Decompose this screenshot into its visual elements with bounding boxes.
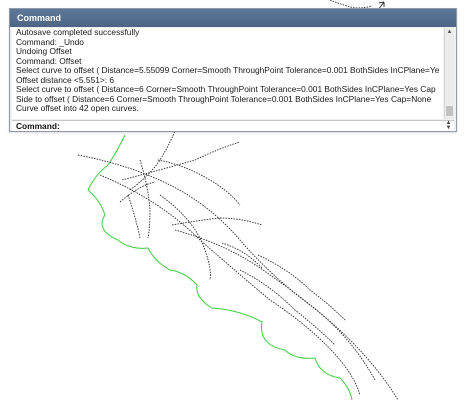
command-input[interactable] xyxy=(62,121,432,131)
offset-curve[interactable] xyxy=(99,174,361,396)
offset-curve[interactable] xyxy=(239,269,336,346)
offset-curve[interactable] xyxy=(329,0,373,9)
history-line: Curve offset into 42 open curves. xyxy=(16,103,139,113)
offset-curve[interactable] xyxy=(129,129,176,191)
history-line: Command: _Undo xyxy=(16,36,84,47)
command-window[interactable]: Command Autosave completed successfully … xyxy=(9,8,457,132)
scroll-up-arrow-icon[interactable]: ▲ xyxy=(445,28,454,37)
command-prompt-label: Command: xyxy=(16,121,60,131)
offset-curve[interactable] xyxy=(121,141,241,181)
scrollbar-thumb[interactable] xyxy=(446,106,453,116)
offset-curve[interactable] xyxy=(139,159,151,239)
green-curve[interactable] xyxy=(87,134,353,401)
offset-curve[interactable] xyxy=(257,254,346,321)
offset-curve[interactable] xyxy=(77,154,376,381)
command-window-title: Command xyxy=(17,13,62,23)
offset-curve[interactable] xyxy=(174,229,399,401)
offset-curve[interactable] xyxy=(127,194,141,239)
history-scrollbar[interactable]: ▲ xyxy=(444,28,454,119)
offset-curve[interactable] xyxy=(119,181,156,203)
spin-updown-icon[interactable]: ▲ ▼ xyxy=(444,120,453,131)
command-window-titlebar[interactable]: Command xyxy=(10,9,456,27)
command-prompt-row[interactable]: Command: ▲ ▼ xyxy=(12,120,454,131)
command-history[interactable]: Autosave completed successfully Command:… xyxy=(12,28,443,119)
offset-curve[interactable] xyxy=(171,217,263,226)
offset-curve[interactable] xyxy=(159,194,211,281)
